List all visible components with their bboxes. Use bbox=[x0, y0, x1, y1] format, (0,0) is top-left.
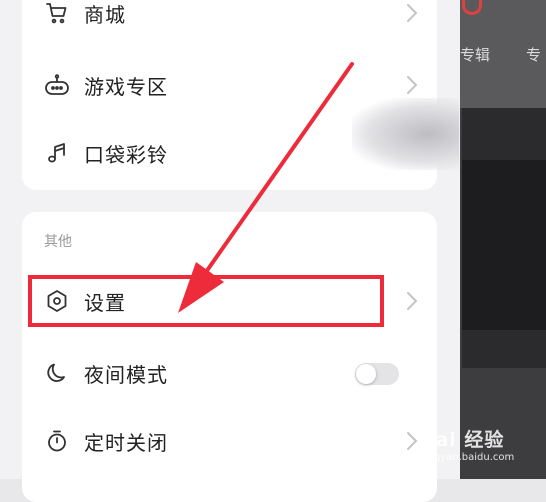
red-arrow-annotation bbox=[178, 62, 354, 313]
watermark-sub: jingyan.baidu.com bbox=[422, 452, 515, 463]
watermark-main: Bai 经验 bbox=[420, 429, 505, 451]
baidu-watermark: Bai 经验 jingyan.baidu.com bbox=[420, 425, 514, 463]
